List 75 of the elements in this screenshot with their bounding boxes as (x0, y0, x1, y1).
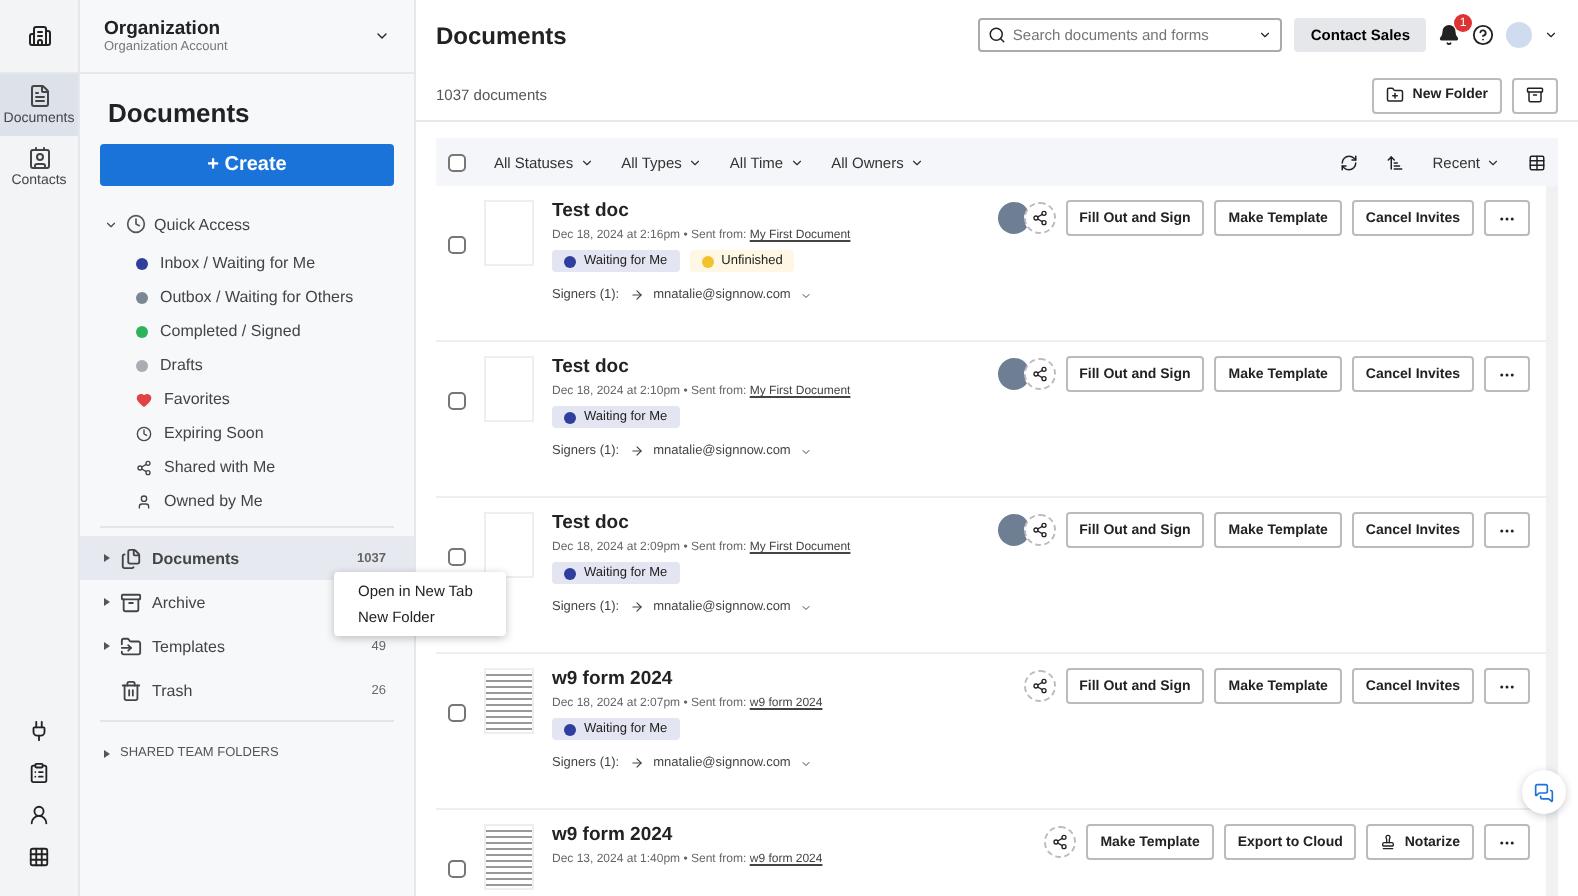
quick-access-item[interactable]: Inbox / Waiting for Me (80, 246, 414, 280)
heart-icon (136, 391, 152, 407)
arrow-icon (629, 444, 644, 458)
share-icon (1031, 366, 1048, 382)
row-checkbox[interactable] (448, 548, 466, 566)
archive-button[interactable] (1512, 77, 1558, 113)
arrow-icon (629, 600, 644, 614)
quick-access-item[interactable]: Completed / Signed (80, 314, 414, 348)
document-title[interactable]: Test doc (552, 356, 851, 378)
share-button[interactable] (1023, 202, 1056, 234)
caret-icon[interactable] (1544, 28, 1558, 42)
quick-access-item[interactable]: Favorites (80, 382, 414, 416)
clock-icon (136, 425, 152, 441)
refresh-icon[interactable] (1340, 153, 1359, 171)
building-icon[interactable] (27, 24, 51, 48)
caret-icon (579, 155, 594, 169)
quick-access[interactable]: Quick Access (80, 186, 414, 246)
chat-icon (1534, 781, 1554, 803)
stamp-icon (1380, 834, 1397, 850)
row-checkbox[interactable] (448, 704, 466, 722)
person-icon (136, 493, 152, 509)
clipboard-icon[interactable] (28, 762, 50, 784)
arrow-icon (629, 288, 644, 302)
share-button[interactable] (1023, 514, 1056, 546)
arrow-icon (629, 756, 644, 770)
share-icon (1052, 834, 1069, 850)
caret-icon (909, 155, 924, 169)
caret-icon (1486, 155, 1500, 169)
folder-plus-icon (1386, 86, 1405, 104)
share-icon (1031, 522, 1048, 538)
share-icon (1031, 210, 1048, 226)
search-icon (988, 26, 1007, 44)
document-title[interactable]: Test doc (552, 200, 851, 222)
share-icon (1031, 678, 1048, 694)
help-icon[interactable] (1472, 24, 1494, 46)
clock-icon (126, 214, 146, 234)
document-title[interactable]: w9 form 2024 (552, 824, 823, 846)
bell-icon[interactable] (1438, 24, 1460, 46)
apps-icon[interactable] (28, 846, 50, 868)
share-icon (136, 459, 152, 475)
share-button[interactable] (1023, 358, 1056, 390)
sidebar-title: Documents (106, 96, 252, 132)
archive-icon (120, 591, 142, 613)
caret-icon (789, 155, 804, 169)
quick-access-item[interactable]: Shared with Me (80, 450, 414, 484)
quick-access-item[interactable]: Expiring Soon (80, 416, 414, 450)
row-checkbox[interactable] (448, 236, 466, 254)
share-button[interactable] (1023, 670, 1056, 702)
contacts-icon (27, 146, 51, 170)
org-name: Organization (104, 18, 223, 40)
document-title[interactable]: Test doc (552, 512, 851, 534)
documents-icon (120, 547, 142, 569)
caret-icon[interactable] (374, 28, 390, 44)
row-checkbox[interactable] (448, 860, 466, 878)
quick-access-item[interactable]: Owned by Me (80, 484, 414, 518)
archive-icon (1526, 86, 1544, 104)
chat-button[interactable] (1522, 770, 1566, 814)
document-title[interactable]: w9 form 2024 (552, 668, 823, 690)
table-view-icon[interactable] (1528, 153, 1546, 171)
create-button[interactable]: + Create (100, 144, 394, 186)
quick-access-item[interactable]: Outbox / Waiting for Others (80, 280, 414, 314)
user-icon[interactable] (28, 804, 50, 826)
quick-access-item[interactable]: Drafts (80, 348, 414, 382)
caret-icon (104, 217, 118, 231)
share-button[interactable] (1044, 826, 1077, 858)
trash-icon (120, 679, 142, 701)
folder-icon (120, 635, 142, 657)
caret-icon (687, 155, 702, 169)
page-title: Documents (436, 21, 567, 49)
select-all-checkbox[interactable] (448, 153, 466, 171)
sort-icon[interactable] (1386, 153, 1405, 171)
documents-icon (27, 84, 51, 108)
caret-icon[interactable] (1258, 28, 1273, 42)
plug-icon[interactable] (28, 720, 50, 742)
row-checkbox[interactable] (448, 392, 466, 410)
